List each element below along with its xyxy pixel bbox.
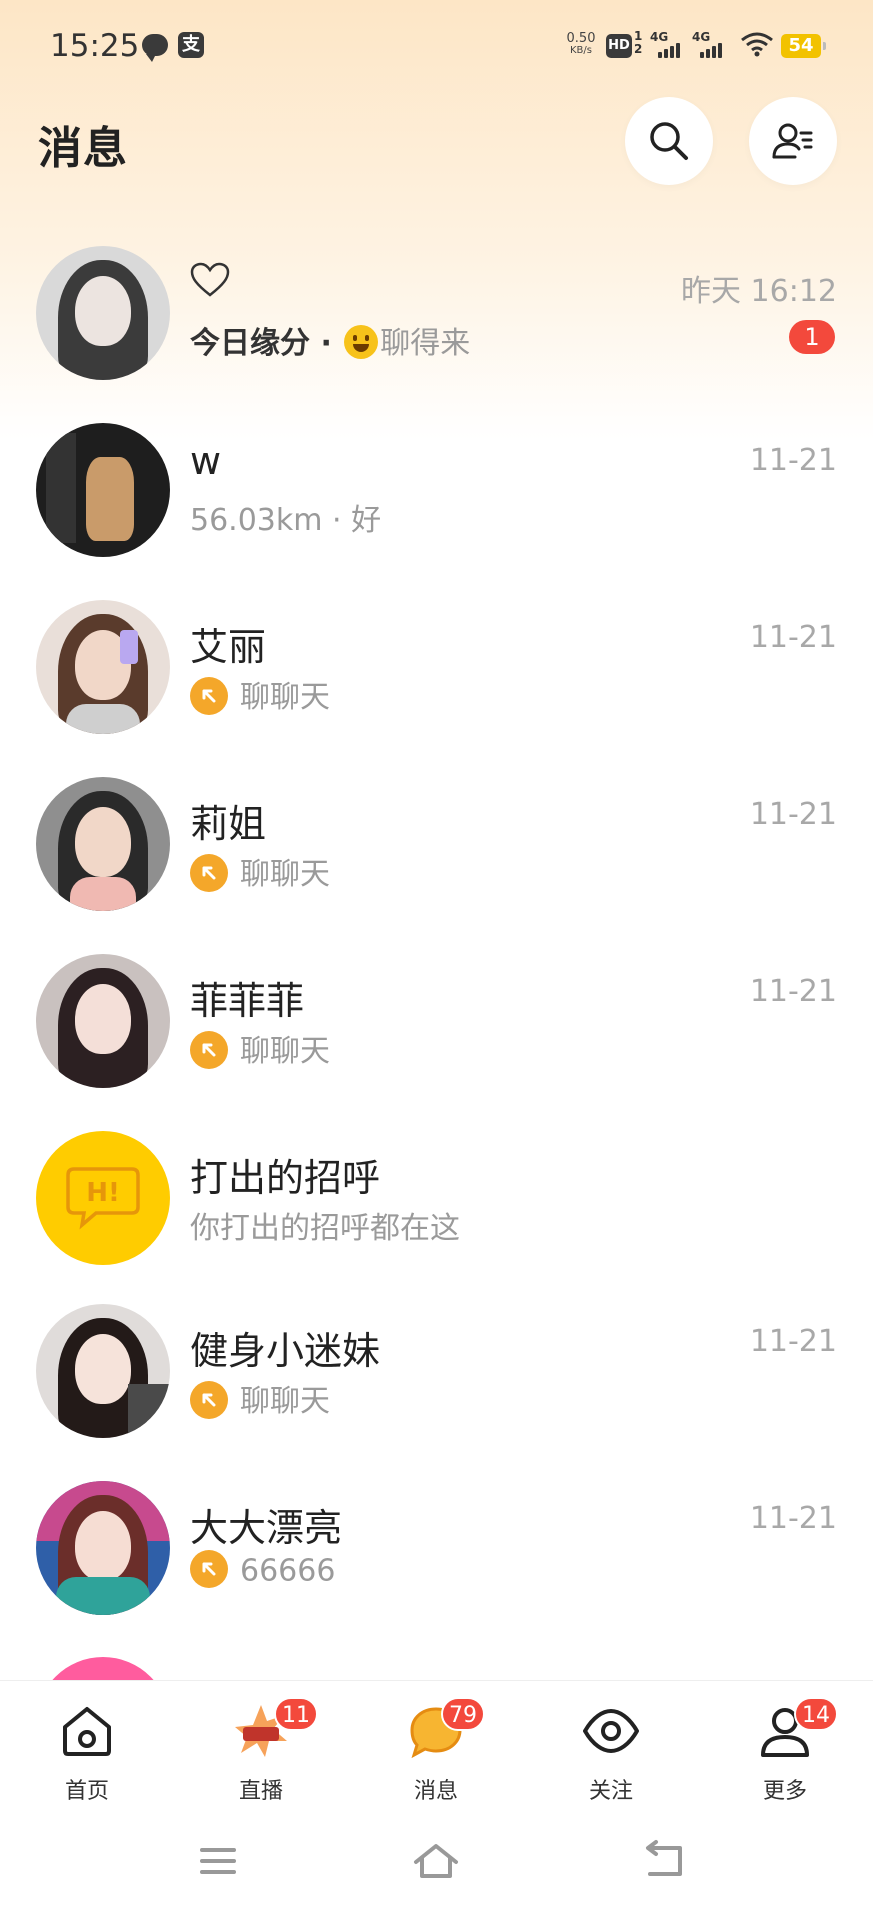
- avatar: [36, 954, 170, 1088]
- eye-icon: [583, 1709, 639, 1753]
- nav-follow[interactable]: 关注: [524, 1681, 698, 1809]
- avatar: [36, 1481, 170, 1615]
- network-speed-value: 0.50: [566, 31, 596, 46]
- live-badge: 11: [274, 1697, 318, 1731]
- nav-live[interactable]: 11 直播: [174, 1681, 348, 1809]
- list-item[interactable]: w 56.03km · 好 11-21: [0, 409, 873, 587]
- heart-outline-icon[interactable]: [190, 262, 230, 298]
- nav-messages[interactable]: 79 消息: [349, 1681, 523, 1809]
- system-nav-bar: [0, 1808, 873, 1920]
- messages-badge: 79: [441, 1697, 485, 1731]
- back-icon[interactable]: [636, 1836, 696, 1886]
- list-item-preview: 56.03km · 好: [190, 503, 382, 538]
- contacts-button[interactable]: [749, 97, 837, 185]
- messages-screen: 15:25 支 0.50 KB/s HD 1 2 4G 4G 54 消息 今日缘…: [0, 0, 873, 1920]
- wave-arrow-icon: [190, 853, 228, 892]
- nav-label: 直播: [238, 1779, 283, 1804]
- status-time: 15:25: [50, 28, 140, 64]
- list-item-name: 莉姐: [190, 802, 267, 846]
- greeting-avatar: H!: [36, 1131, 170, 1265]
- list-item-time: 11-21: [749, 1501, 837, 1536]
- preview-text: 66666: [240, 1553, 336, 1589]
- hd-sim-bottom: 2: [634, 42, 643, 56]
- list-item-time: 昨天 16:12: [681, 274, 837, 309]
- wave-arrow-icon: [190, 1030, 228, 1069]
- signal-sim2-label: 4G: [692, 30, 711, 44]
- list-item-daily-match[interactable]: 今日缘分 · 聊得来 昨天 16:12 1: [0, 232, 873, 410]
- signal-icon-sim1: 4G: [650, 30, 686, 60]
- menu-icon[interactable]: [188, 1836, 248, 1886]
- avatar: [36, 777, 170, 911]
- wave-arrow-icon: [190, 676, 228, 715]
- list-item[interactable]: 大大漂亮 66666 11-21: [0, 1467, 873, 1645]
- list-item-preview: 66666: [190, 1550, 336, 1591]
- list-item-time: 11-21: [749, 443, 837, 478]
- preview-text: 聊聊天: [240, 680, 330, 715]
- home-icon: [63, 1707, 111, 1756]
- list-item[interactable]: 艾丽 聊聊天 11-21: [0, 586, 873, 764]
- contacts-settings-icon: [772, 123, 813, 159]
- hd-sim-indicator: 1 2: [634, 30, 642, 56]
- list-item-preview: 聊聊天: [190, 672, 330, 718]
- list-item-preview: 今日缘分 · 聊得来: [190, 318, 470, 362]
- bottom-nav: 首页 11 直播 79 消息 关注 14 更多: [0, 1680, 873, 1809]
- list-item[interactable]: 菲菲菲 聊聊天 11-21: [0, 940, 873, 1118]
- list-item-time: 11-21: [749, 797, 837, 832]
- hd-voice-icon: HD: [606, 34, 632, 58]
- list-item-name: 菲菲菲: [190, 979, 305, 1023]
- search-icon: [650, 122, 688, 160]
- daily-match-preview: 聊得来: [380, 326, 471, 361]
- signal-sim1-label: 4G: [650, 30, 669, 44]
- list-item-preview: 聊聊天: [190, 1376, 330, 1422]
- list-item-greetings[interactable]: H! 打出的招呼 你打出的招呼都在这: [0, 1117, 873, 1295]
- nav-label: 首页: [64, 1779, 109, 1804]
- list-item-time: 11-21: [749, 1324, 837, 1359]
- list-item-time: 11-21: [749, 974, 837, 1009]
- list-item-name: w: [190, 439, 222, 483]
- avatar: [36, 1657, 170, 1680]
- app-notification-icon: 支: [178, 32, 204, 58]
- home-outline-icon[interactable]: [406, 1836, 466, 1886]
- nav-label: 关注: [588, 1779, 633, 1804]
- signal-icon-sim2: 4G: [692, 30, 728, 60]
- avatar: [36, 600, 170, 734]
- search-button[interactable]: [625, 97, 713, 185]
- battery-icon: 54: [781, 34, 826, 58]
- list-item-preview: 聊聊天: [190, 849, 330, 895]
- network-speed-unit: KB/s: [570, 45, 592, 56]
- list-item-name: 打出的招呼: [190, 1156, 381, 1200]
- grin-emoji-icon: [344, 324, 379, 359]
- nav-home[interactable]: 首页: [0, 1681, 174, 1809]
- nav-more[interactable]: 14 更多: [698, 1681, 872, 1809]
- nav-label: 更多: [762, 1779, 807, 1804]
- unread-badge: 1: [789, 320, 835, 354]
- list-item-partial[interactable]: [36, 1657, 170, 1680]
- daily-match-label: 今日缘分 ·: [190, 326, 343, 361]
- greeting-badge-text: H!: [86, 1178, 120, 1208]
- preview-text: 聊聊天: [240, 857, 330, 892]
- preview-text: 聊聊天: [240, 1384, 330, 1419]
- list-item-name: 大大漂亮: [190, 1506, 343, 1550]
- list-item-time: 11-21: [749, 620, 837, 655]
- nav-label: 消息: [413, 1779, 458, 1804]
- avatar: [36, 1304, 170, 1438]
- wifi-icon: [741, 32, 773, 57]
- network-speed: 0.50 KB/s: [563, 32, 599, 56]
- wave-arrow-icon: [190, 1380, 228, 1419]
- list-item[interactable]: 健身小迷妹 聊聊天 11-21: [0, 1290, 873, 1468]
- avatar: [36, 423, 170, 557]
- page-title: 消息: [38, 123, 128, 174]
- list-item[interactable]: 莉姐 聊聊天 11-21: [0, 763, 873, 941]
- avatar: [36, 246, 170, 380]
- preview-text: 聊聊天: [240, 1034, 330, 1069]
- greeting-bubble-icon: H!: [66, 1167, 140, 1230]
- list-item-name: 艾丽: [190, 625, 267, 669]
- list-item-preview: 你打出的招呼都在这: [190, 1211, 460, 1246]
- list-item-preview: 聊聊天: [190, 1026, 330, 1072]
- chat-notification-icon: [142, 34, 168, 62]
- list-item-name: 健身小迷妹: [190, 1329, 381, 1373]
- wave-arrow-icon: [190, 1550, 228, 1588]
- status-bar: 15:25 支 0.50 KB/s HD 1 2 4G 4G 54: [0, 0, 873, 90]
- more-badge: 14: [794, 1697, 838, 1731]
